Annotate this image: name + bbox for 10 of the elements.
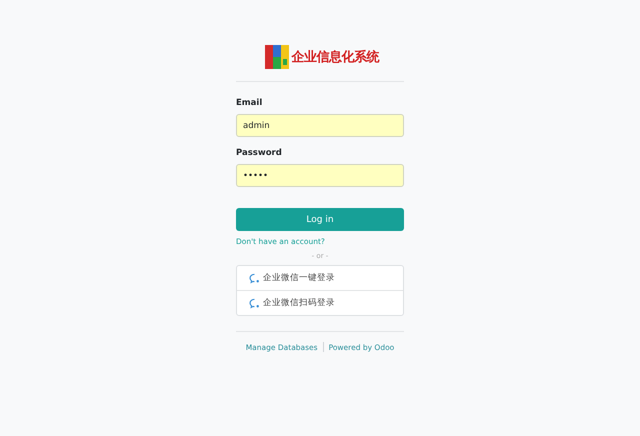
chat-icon bbox=[249, 298, 260, 308]
chat-icon bbox=[249, 272, 260, 284]
oauth-login-item[interactable]: 企业微信一键登录 bbox=[237, 266, 403, 290]
oauth-login-item[interactable]: 企业微信扫码登录 bbox=[237, 290, 403, 315]
field-label: Email bbox=[236, 98, 264, 108]
brand-name: 企业信息化系统 bbox=[291, 48, 379, 66]
logo-icon bbox=[265, 45, 290, 69]
input-field[interactable]: ••••• bbox=[236, 164, 404, 187]
input-field[interactable]: admin bbox=[236, 114, 404, 137]
field-label: Password bbox=[236, 148, 283, 158]
